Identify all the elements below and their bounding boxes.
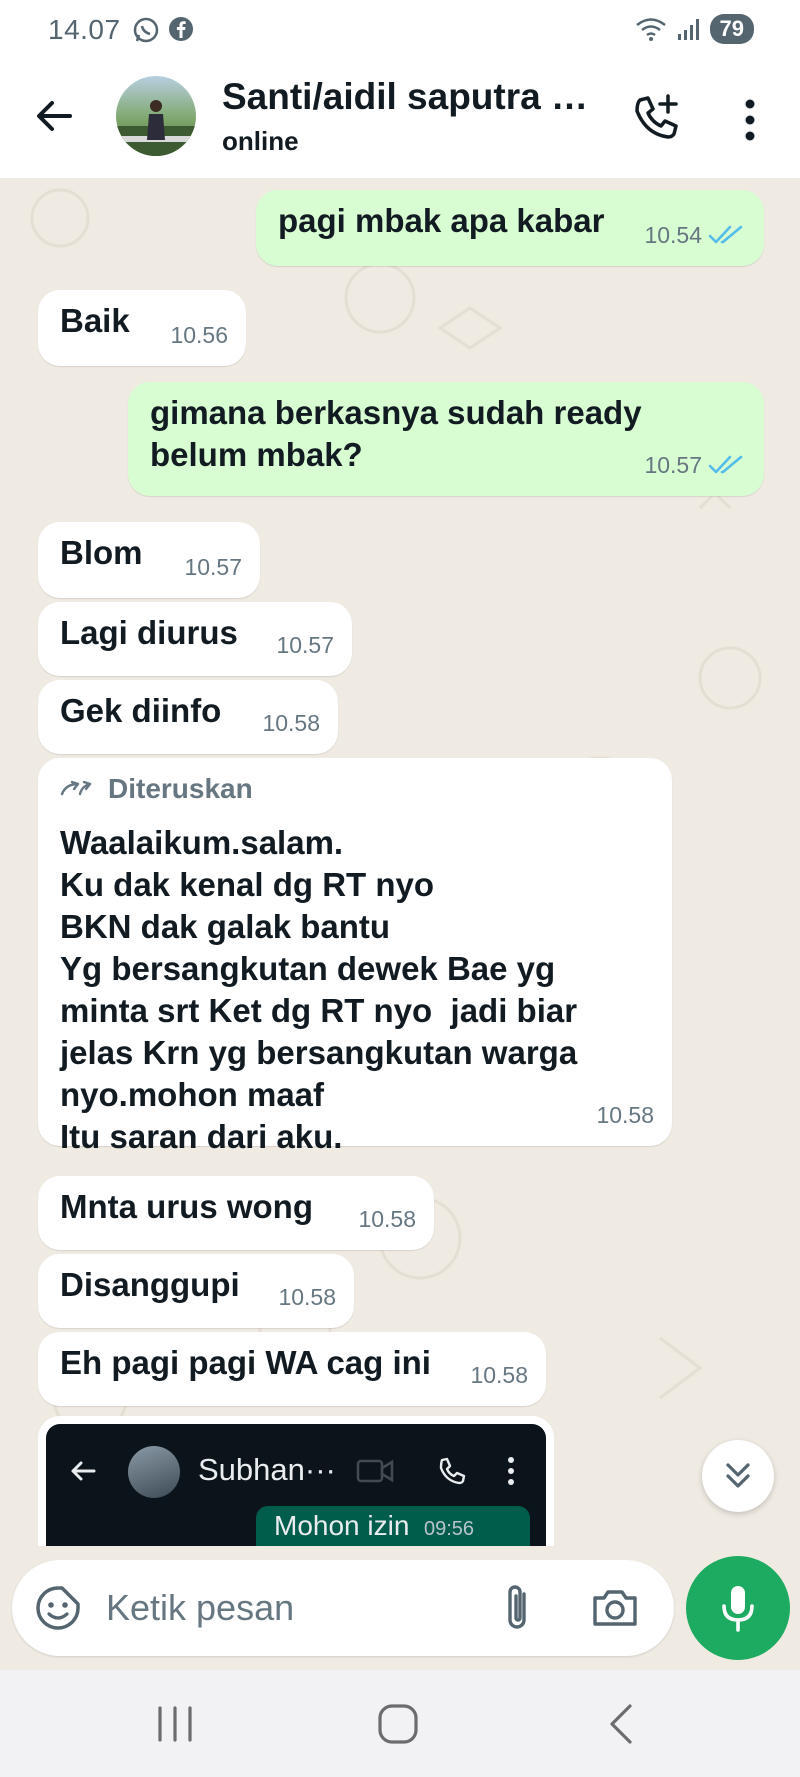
signal-icon	[677, 19, 699, 40]
voice-message-button[interactable]	[686, 1556, 790, 1660]
message-time: 10.56	[170, 322, 228, 348]
preview-back-arrow-icon	[71, 1461, 96, 1481]
scroll-to-bottom-button[interactable]	[702, 1440, 774, 1512]
preview-video-call-icon	[356, 1459, 394, 1483]
attach-icon[interactable]	[494, 1582, 542, 1634]
nav-back-icon[interactable]	[606, 1702, 636, 1746]
preview-call-icon	[439, 1457, 466, 1485]
message-time: 10.57	[276, 632, 334, 658]
message-meta: 10.58	[358, 1198, 416, 1240]
message-outgoing[interactable]: pagi mbak apa kabar 10.54	[256, 190, 764, 266]
status-time: 14.07	[48, 14, 121, 45]
message-time: 10.57	[184, 554, 242, 580]
chat-area[interactable]: pagi mbak apa kabar 10.54 Baik 10.56 gim…	[0, 178, 800, 1546]
message-time: 10.58	[470, 1362, 528, 1388]
message-incoming[interactable]: Mnta urus wong 10.58	[38, 1176, 434, 1250]
message-time: 10.58	[596, 1102, 654, 1128]
message-incoming[interactable]: Gek diinfo 10.58	[38, 680, 338, 754]
image-message[interactable]: Subhan··· Mohon izin 09:56	[38, 1416, 554, 1546]
message-meta: 10.57	[644, 444, 746, 486]
preview-message-text: Mohon izin	[274, 1510, 410, 1541]
preview-contact-name: Subhan···	[198, 1452, 336, 1487]
chat-header: Santi/aidil saputra B... online	[0, 60, 800, 178]
message-meta: 10.58	[262, 702, 320, 744]
screenshot-preview: Subhan··· Mohon izin 09:56	[46, 1424, 546, 1546]
message-text: Waalaikum.salam. Ku dak kenal dg RT nyo …	[60, 824, 578, 1155]
forwarded-label: Diteruskan	[60, 768, 650, 810]
message-incoming[interactable]: Eh pagi pagi WA cag ini 10.58	[38, 1332, 546, 1406]
home-icon[interactable]	[376, 1702, 420, 1746]
message-incoming[interactable]: Lagi diurus 10.57	[38, 602, 352, 676]
battery-level: 79	[709, 14, 754, 44]
forwarded-text: Diteruskan	[108, 773, 253, 804]
message-meta: 10.58	[596, 1094, 654, 1136]
message-time: 10.58	[358, 1206, 416, 1232]
status-bar: 14.07 79	[0, 0, 800, 60]
preview-avatar	[128, 1446, 180, 1498]
contact-status: online	[222, 126, 299, 156]
notification-icons	[132, 16, 194, 44]
camera-icon[interactable]	[590, 1584, 640, 1632]
message-outgoing[interactable]: gimana berkasnya sudah ready belum mbak?…	[128, 382, 764, 496]
back-arrow-icon[interactable]	[28, 90, 80, 142]
preview-message-time: 09:56	[424, 1518, 475, 1540]
contact-avatar[interactable]	[116, 76, 196, 156]
message-time: 10.57	[644, 452, 702, 478]
message-forwarded[interactable]: Diteruskan Waalaikum.salam. Ku dak kenal…	[38, 758, 672, 1155]
read-ticks-icon	[708, 455, 743, 474]
mic-icon	[722, 1586, 754, 1632]
contact-name[interactable]: Santi/aidil saputra B...	[222, 76, 602, 118]
message-meta: 10.58	[278, 1276, 336, 1318]
message-text: Eh pagi pagi WA cag ini	[60, 1344, 431, 1381]
message-meta: 10.57	[276, 624, 334, 666]
message-time: 10.58	[262, 710, 320, 736]
system-icons: 79	[634, 14, 754, 44]
message-composer	[12, 1560, 674, 1656]
message-incoming[interactable]: Baik 10.56	[38, 290, 246, 366]
double-chevron-down-icon	[726, 1463, 750, 1488]
message-time: 10.54	[644, 222, 702, 248]
recent-apps-icon[interactable]	[150, 1704, 200, 1744]
message-meta: 10.58	[470, 1354, 528, 1396]
whatsapp-icon	[133, 17, 159, 43]
message-time: 10.58	[278, 1284, 336, 1310]
message-meta: 10.56	[170, 314, 228, 356]
preview-more-icon	[508, 1457, 514, 1485]
add-call-icon[interactable]	[628, 90, 684, 146]
message-input[interactable]	[106, 1578, 486, 1638]
message-incoming[interactable]: Blom 10.57	[38, 522, 260, 598]
wifi-icon	[635, 18, 666, 41]
message-incoming[interactable]: Disanggupi 10.58	[38, 1254, 354, 1328]
sticker-icon[interactable]	[34, 1584, 82, 1632]
forward-arrow-icon	[60, 780, 92, 796]
message-meta: 10.57	[184, 546, 242, 588]
system-nav-bar	[0, 1670, 800, 1777]
message-meta: 10.54	[644, 214, 746, 256]
avatar-photo	[116, 100, 196, 156]
preview-message: Mohon izin 09:56	[256, 1506, 530, 1546]
facebook-icon	[169, 17, 193, 41]
more-vert-icon[interactable]	[730, 92, 770, 148]
read-ticks-icon	[708, 225, 743, 244]
